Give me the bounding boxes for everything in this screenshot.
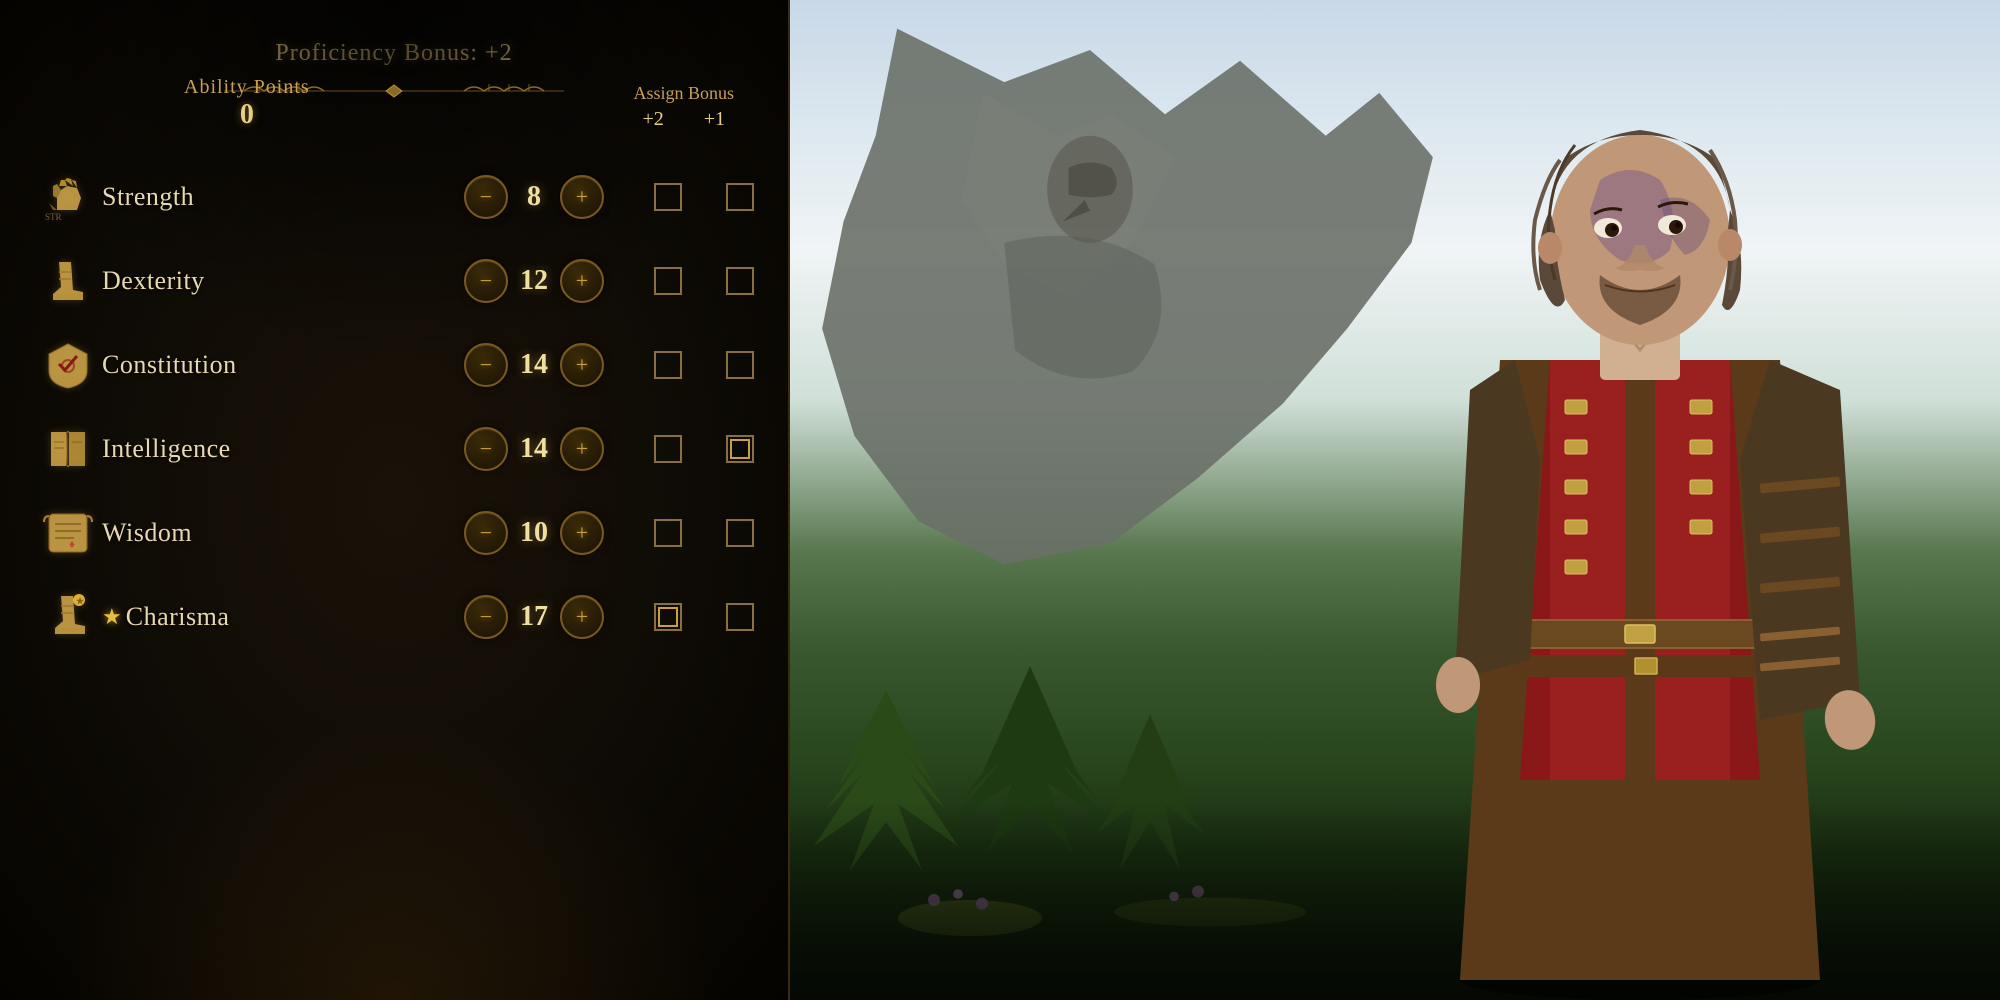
intelligence-bonus-2-checkbox[interactable]	[654, 435, 682, 463]
svg-text:♦: ♦	[69, 537, 75, 551]
character-figure	[1340, 80, 1940, 1000]
charisma-bonus-2-checkbox[interactable]	[654, 603, 682, 631]
intelligence-value: 14	[508, 433, 560, 465]
charisma-stepper: −17+	[464, 595, 604, 639]
constitution-name: Constitution	[102, 350, 322, 380]
dexterity-stepper: −12+	[464, 259, 604, 303]
wisdom-bonus-2-checkbox[interactable]	[654, 519, 682, 547]
intelligence-bonus-1-checkbox[interactable]	[726, 435, 754, 463]
wisdom-bonus-1-checkbox[interactable]	[726, 519, 754, 547]
assign-bonus-label: Assign Bonus	[633, 83, 734, 104]
ability-row-charisma: ★ ★Charisma−17+	[34, 581, 754, 653]
constitution-bonus-1-checkbox[interactable]	[726, 351, 754, 379]
strength-stepper: −8+	[464, 175, 604, 219]
dexterity-decrease-button[interactable]: −	[464, 259, 508, 303]
dexterity-bonus-checkboxes	[654, 267, 754, 295]
wisdom-increase-button[interactable]: +	[560, 511, 604, 555]
ability-rows: STR Strength−8+ Dexterity−12+ Constituti…	[34, 161, 754, 653]
charisma-decrease-button[interactable]: −	[464, 595, 508, 639]
wisdom-icon: ♦	[34, 499, 102, 567]
constitution-value: 14	[508, 349, 560, 381]
assign-bonus-col1: +2	[642, 108, 663, 131]
proficiency-bonus-text: Proficiency Bonus: +2	[275, 40, 512, 67]
strength-bonus-2-checkbox[interactable]	[654, 183, 682, 211]
ability-row-strength: STR Strength −8+	[34, 161, 754, 233]
dexterity-value: 12	[508, 265, 560, 297]
charisma-bonus-checkboxes	[654, 603, 754, 631]
strength-value: 8	[508, 181, 560, 213]
charisma-name: Charisma	[126, 602, 346, 632]
svg-text:★: ★	[76, 596, 85, 606]
ability-scores-panel: Proficiency Bonus: +2 Ability Points 0 A…	[0, 0, 790, 1000]
dexterity-increase-button[interactable]: +	[560, 259, 604, 303]
strength-bonus-1-checkbox[interactable]	[726, 183, 754, 211]
constitution-decrease-button[interactable]: −	[464, 343, 508, 387]
charisma-increase-button[interactable]: +	[560, 595, 604, 639]
constitution-bonus-2-checkbox[interactable]	[654, 351, 682, 379]
dexterity-bonus-1-checkbox[interactable]	[726, 267, 754, 295]
wisdom-decrease-button[interactable]: −	[464, 511, 508, 555]
intelligence-decrease-button[interactable]: −	[464, 427, 508, 471]
charisma-icon: ★	[34, 583, 102, 651]
ability-points-section: Ability Points 0	[184, 76, 310, 131]
assign-bonus-section: Assign Bonus +2 +1	[633, 83, 734, 131]
wisdom-stepper: −10+	[464, 511, 604, 555]
constitution-icon	[34, 331, 102, 399]
intelligence-stepper: −14+	[464, 427, 604, 471]
assign-bonus-col2: +1	[704, 108, 725, 131]
constitution-stepper: −14+	[464, 343, 604, 387]
strength-name: Strength	[102, 182, 322, 212]
charisma-bonus-1-checkbox[interactable]	[726, 603, 754, 631]
wisdom-name: Wisdom	[102, 518, 322, 548]
strength-increase-button[interactable]: +	[560, 175, 604, 219]
ability-row-wisdom: ♦ Wisdom −10+	[34, 497, 754, 569]
charisma-value: 17	[508, 601, 560, 633]
strength-decrease-button[interactable]: −	[464, 175, 508, 219]
ability-row-dexterity: Dexterity −12+	[34, 245, 754, 317]
ability-row-constitution: Constitution −14+	[34, 329, 754, 401]
constitution-increase-button[interactable]: +	[560, 343, 604, 387]
ability-points-label: Ability Points	[184, 76, 310, 99]
wisdom-bonus-checkboxes	[654, 519, 754, 547]
strength-icon: STR	[34, 163, 102, 231]
dexterity-icon	[34, 247, 102, 315]
ability-points-value: 0	[240, 99, 254, 131]
svg-text:STR: STR	[45, 212, 62, 222]
assign-bonus-cols: +2 +1	[642, 108, 725, 131]
charisma-star: ★	[102, 604, 122, 630]
strength-bonus-checkboxes	[654, 183, 754, 211]
intelligence-bonus-checkboxes	[654, 435, 754, 463]
character-portrait-panel	[790, 0, 2000, 1000]
intelligence-increase-button[interactable]: +	[560, 427, 604, 471]
constitution-bonus-checkboxes	[654, 351, 754, 379]
dexterity-name: Dexterity	[102, 266, 322, 296]
intelligence-icon	[34, 415, 102, 483]
dexterity-bonus-2-checkbox[interactable]	[654, 267, 682, 295]
intelligence-name: Intelligence	[102, 434, 322, 464]
ability-row-intelligence: Intelligence −14+	[34, 413, 754, 485]
wisdom-value: 10	[508, 517, 560, 549]
